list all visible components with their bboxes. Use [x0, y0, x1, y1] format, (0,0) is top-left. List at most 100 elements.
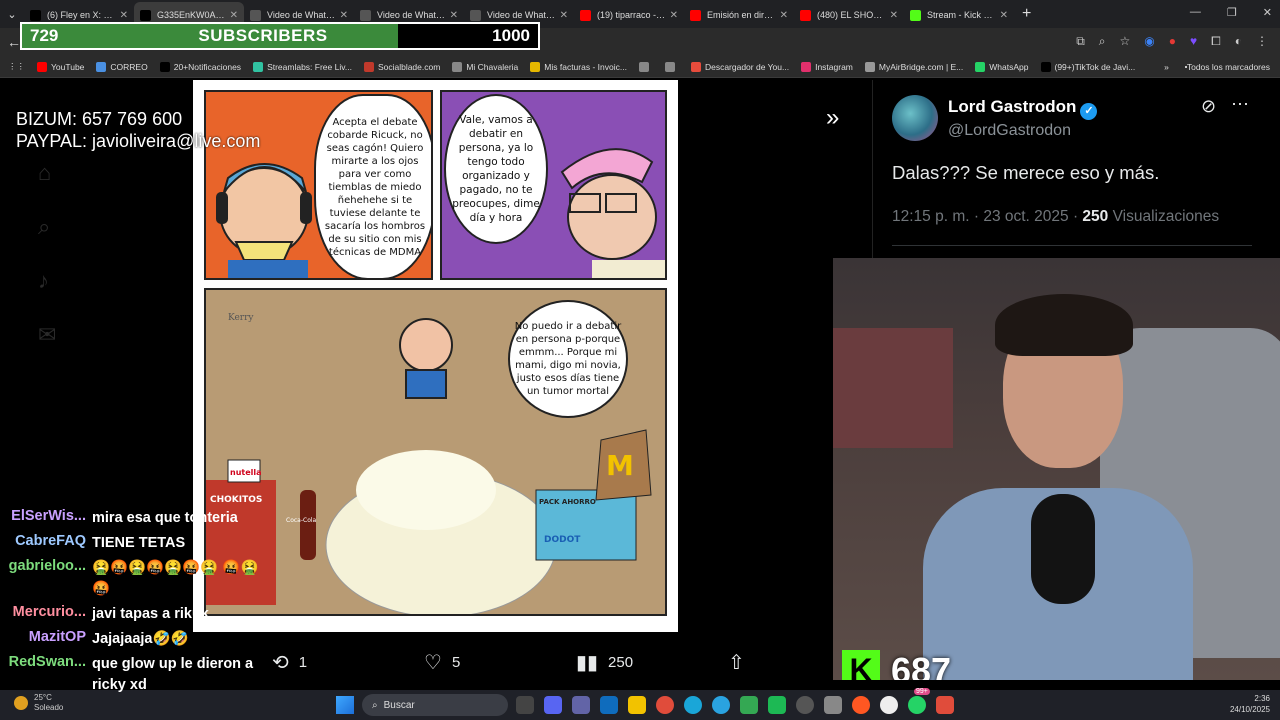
close-tab-icon[interactable]: ✕ [450, 10, 458, 21]
bookmark-star-icon[interactable]: ☆ [1120, 34, 1131, 49]
more-options-icon[interactable]: ⋯ [1231, 94, 1249, 115]
app-icon[interactable] [880, 696, 898, 714]
avatar[interactable] [892, 95, 938, 141]
edge-icon[interactable] [684, 696, 702, 714]
more-bookmarks-icon[interactable]: » [1164, 62, 1169, 72]
extension-icon[interactable]: ◉ [1144, 34, 1154, 49]
minimize-icon[interactable]: — [1190, 6, 1201, 19]
tweet-handle[interactable]: @LordGastrodon [948, 122, 1071, 140]
task-view-icon[interactable] [516, 696, 534, 714]
extension-icon[interactable]: ♥ [1190, 34, 1197, 49]
taskbar-apps: 99+ [516, 688, 954, 714]
app-icon[interactable] [768, 696, 786, 714]
character-dalas-illustration [560, 148, 665, 278]
browser-tab[interactable]: (480) EL SHOW DE ✕ [794, 2, 904, 28]
obs-icon[interactable] [796, 696, 814, 714]
close-tab-icon[interactable]: ✕ [1000, 10, 1008, 21]
close-tab-icon[interactable]: ✕ [890, 10, 898, 21]
apps-icon[interactable]: ⋮⋮ [8, 61, 25, 72]
grok-icon[interactable]: ⊘ [1201, 96, 1216, 117]
bookmark-item[interactable]: WhatsApp [975, 61, 1029, 72]
bookmark-item[interactable]: Mis facturas - Invoic... [530, 61, 627, 72]
file-explorer-icon[interactable] [628, 696, 646, 714]
streamer-hair [995, 294, 1133, 356]
tweet-author[interactable]: Lord Gastrodon ✓ [948, 97, 1098, 120]
tweet-time[interactable]: 12:15 p. m. · 23 oct. 2025 · [892, 208, 1082, 225]
close-tab-icon[interactable]: ✕ [230, 10, 238, 21]
bookmark-item[interactable]: Streamlabs: Free Liv... [253, 61, 352, 72]
teams-icon[interactable] [572, 696, 590, 714]
discord-icon[interactable] [544, 696, 562, 714]
close-tab-icon[interactable]: ✕ [340, 10, 348, 21]
bookmark-favicon-icon [975, 61, 986, 72]
youtube-icon [580, 9, 591, 21]
bookmark-label: CORREO [110, 61, 148, 72]
browser-tab[interactable]: Stream - Kick Das ✕ [904, 2, 1014, 28]
bookmark-favicon-icon [37, 61, 47, 72]
outlook-icon[interactable] [600, 696, 618, 714]
bookmark-item[interactable]: YouTube [37, 61, 84, 72]
expand-icon[interactable]: » [826, 104, 839, 132]
retweet-button[interactable]: ⟲ 1 [272, 650, 307, 675]
start-button[interactable] [336, 696, 354, 714]
twitter-sidebar: ⌂ ⌕ ♪ ✉ [38, 160, 56, 348]
retweet-count: 1 [298, 654, 308, 671]
browser-tab[interactable]: Emisión en directo ✕ [684, 2, 794, 28]
bookmark-item[interactable]: Instagram [801, 61, 853, 72]
bookmark-label: Mis facturas - Invoic... [544, 61, 627, 72]
zoom-icon[interactable]: ⌕ [1099, 34, 1106, 49]
screenshot-icon[interactable]: ⧉ [1076, 34, 1085, 49]
bizum-text: BIZUM: 657 769 600 [16, 109, 183, 129]
youtube-icon [800, 9, 811, 21]
messages-icon[interactable]: ✉ [38, 322, 56, 348]
bookmark-item[interactable]: Descargador de You... [690, 61, 789, 72]
profile-avatar[interactable]: ◐ [1235, 34, 1242, 49]
weather-condition: Soleado [34, 703, 64, 712]
browser-tab[interactable]: (19) tiparraco - Yo ✕ [574, 2, 684, 28]
extensions-puzzle-icon[interactable]: ⧠ [1211, 34, 1221, 49]
subscriber-title: SUBSCRIBERS [198, 26, 328, 45]
bookmark-item[interactable]: MyAirBridge.com | E... [864, 61, 963, 72]
app-icon[interactable] [824, 696, 842, 714]
bookmark-item[interactable]: (99+)TikTok de Javi... [1040, 61, 1135, 72]
notifications-icon[interactable]: ♪ [38, 268, 56, 294]
menu-icon[interactable]: ⋮ [1256, 34, 1268, 49]
share-button[interactable]: ⇧ [728, 650, 745, 675]
close-tab-icon[interactable]: ✕ [560, 10, 568, 21]
taskbar-clock[interactable]: 2:36 24/10/2025 [1230, 693, 1270, 715]
whatsapp-icon[interactable]: 99+ [908, 688, 930, 714]
notification-badge: 99+ [914, 688, 930, 695]
tab-title: Emisión en directo [707, 10, 776, 20]
search-icon[interactable]: ⌕ [38, 214, 56, 240]
bookmark-item[interactable] [638, 61, 653, 72]
views-button[interactable]: ▮▮ 250 [576, 650, 633, 675]
telegram-icon[interactable] [712, 696, 730, 714]
tweet-views-count: 250 [1082, 208, 1109, 225]
extension-icon[interactable]: ● [1169, 34, 1176, 49]
close-window-icon[interactable]: ✕ [1263, 6, 1272, 19]
bookmark-item[interactable]: Mi Chavaleria [452, 61, 518, 72]
clock-date: 24/10/2025 [1229, 705, 1270, 714]
restore-icon[interactable]: ❐ [1227, 6, 1237, 19]
taskbar-search[interactable]: ⌕ Buscar [362, 694, 508, 716]
all-bookmarks[interactable]: » Todos los marcadores [1164, 62, 1270, 72]
tab-title: (6) Fley en X: "BAC [47, 10, 116, 20]
bookmark-item[interactable]: 20+Notificaciones [159, 61, 241, 72]
like-button[interactable]: ♡ 5 [424, 650, 460, 675]
bookmark-item[interactable]: CORREO [96, 61, 148, 72]
close-tab-icon[interactable]: ✕ [780, 10, 788, 21]
app-icon[interactable] [852, 696, 870, 714]
app-icon[interactable] [740, 696, 758, 714]
bookmark-item[interactable]: Socialblade.com [363, 61, 440, 72]
bookmark-item[interactable] [664, 61, 679, 72]
x-icon [30, 9, 41, 21]
close-tab-icon[interactable]: ✕ [120, 10, 128, 21]
chat-message: Mercurio... javi tapas a rikuk [0, 604, 275, 625]
chat-text: 🤮🤬🤮🤬🤮🤬🤮 🤬🤮🤬 [92, 560, 259, 597]
snipping-tool-icon[interactable] [936, 696, 954, 714]
new-tab-icon[interactable]: + [1022, 5, 1031, 23]
chrome-icon[interactable] [656, 696, 674, 714]
close-tab-icon[interactable]: ✕ [670, 10, 678, 21]
home-icon[interactable]: ⌂ [38, 160, 56, 186]
microphone [1031, 494, 1095, 604]
